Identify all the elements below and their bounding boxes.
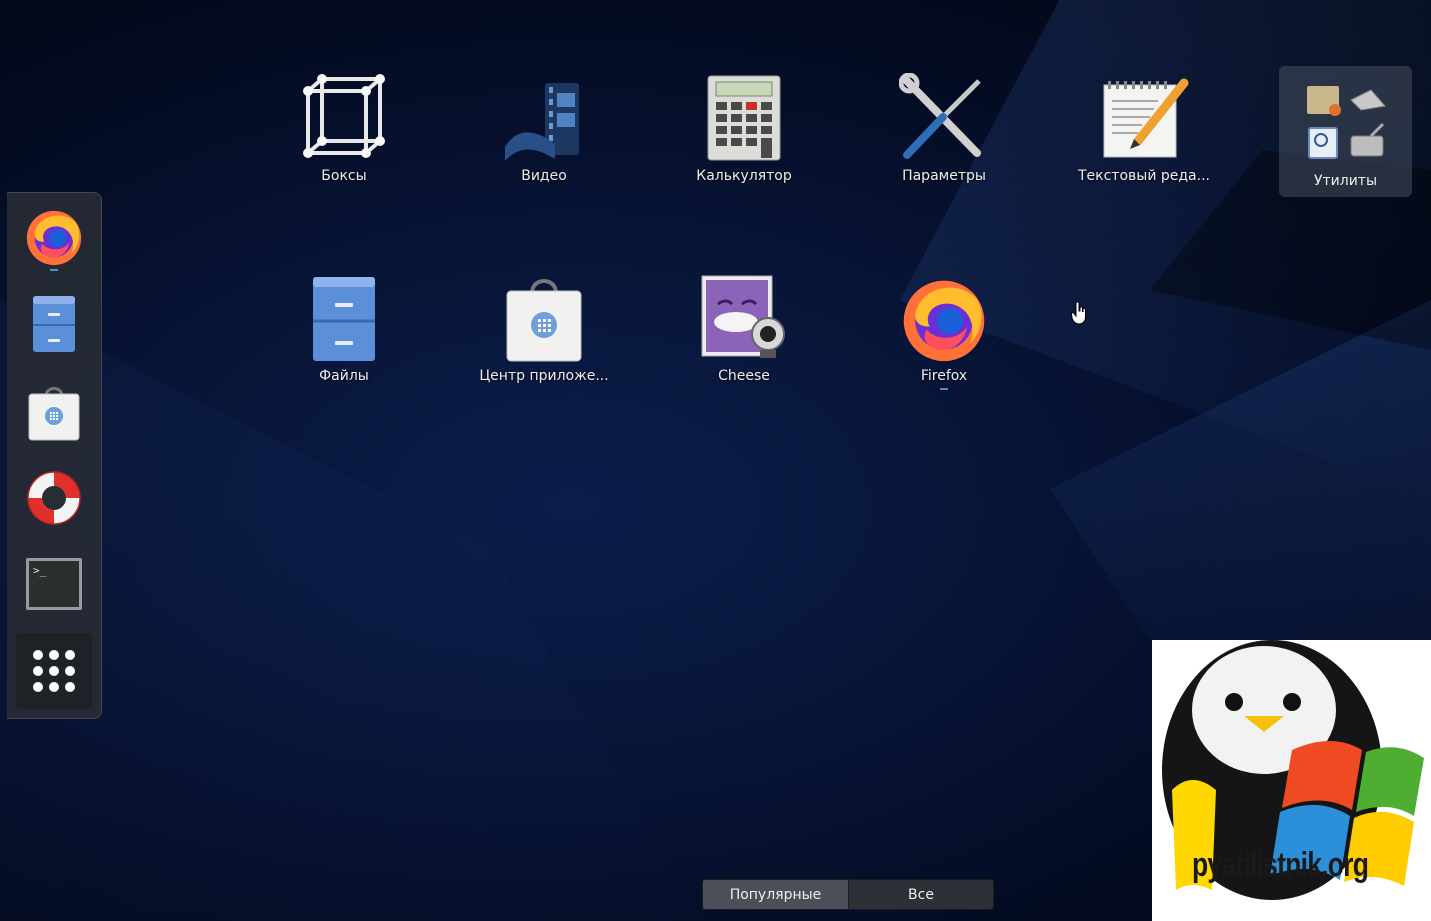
watermark-text: pyatilistnik.org (1192, 846, 1369, 884)
app-cheese[interactable]: Cheese (664, 270, 824, 400)
app-video[interactable]: Видео (464, 70, 624, 200)
firefox-icon (903, 280, 985, 362)
utilities-folder-icon (1306, 86, 1386, 159)
popular-tab[interactable]: Популярные (703, 880, 848, 909)
app-firefox[interactable]: Firefox (864, 270, 1024, 400)
app-text-editor[interactable]: Текстовый реда... (1064, 70, 1224, 200)
watermark-logo: pyatilistnik.org (1152, 640, 1431, 921)
app-boxes[interactable]: Боксы (264, 70, 424, 200)
lifebuoy-icon (27, 471, 81, 525)
running-indicator (50, 269, 58, 271)
calculator-icon (707, 75, 781, 161)
dash-item-help[interactable] (17, 461, 91, 535)
folder-utilities[interactable]: Утилиты (1279, 66, 1412, 197)
show-applications-button[interactable] (16, 633, 92, 709)
file-cabinet-icon (33, 296, 75, 352)
app-files[interactable]: Файлы (264, 270, 424, 400)
boxes-cube-icon (303, 74, 385, 158)
terminal-icon: >_ (26, 558, 82, 610)
svg-text:>_: >_ (33, 564, 47, 577)
hand-cursor-icon (1071, 301, 1086, 325)
app-label: Текстовый реда... (1077, 168, 1210, 184)
shopping-bag-icon (506, 279, 582, 362)
app-label: Боксы (321, 168, 367, 184)
app-label: Cheese (718, 368, 770, 384)
firefox-icon (26, 210, 82, 266)
app-label: Центр приложе... (479, 368, 609, 384)
app-label: Параметры (902, 168, 986, 184)
text-editor-icon (1103, 78, 1189, 158)
app-label: Калькулятор (696, 168, 792, 184)
film-reel-icon (505, 83, 579, 161)
app-settings[interactable]: Параметры (864, 70, 1024, 200)
all-tab[interactable]: Все (848, 880, 993, 909)
app-label: Видео (521, 168, 567, 184)
dash-item-files[interactable] (17, 287, 91, 361)
app-label: Файлы (319, 368, 369, 384)
app-label: Firefox (920, 368, 968, 384)
dash-item-firefox[interactable] (17, 199, 91, 273)
running-indicator (940, 388, 948, 390)
dash-item-terminal[interactable]: >_ (17, 547, 91, 621)
view-switch: Популярные Все (702, 879, 994, 910)
webcam-icon (701, 275, 785, 358)
app-calculator[interactable]: Калькулятор (664, 70, 824, 200)
dash-item-software[interactable] (17, 375, 91, 449)
grid-dots-icon (33, 650, 75, 692)
dash: >_ (7, 192, 102, 719)
app-software-center[interactable]: Центр приложе... (464, 270, 624, 400)
shopping-bag-icon (28, 387, 80, 441)
file-cabinet-icon (313, 277, 375, 361)
folder-label: Утилиты (1313, 173, 1378, 189)
wrench-screwdriver-icon (899, 73, 981, 159)
